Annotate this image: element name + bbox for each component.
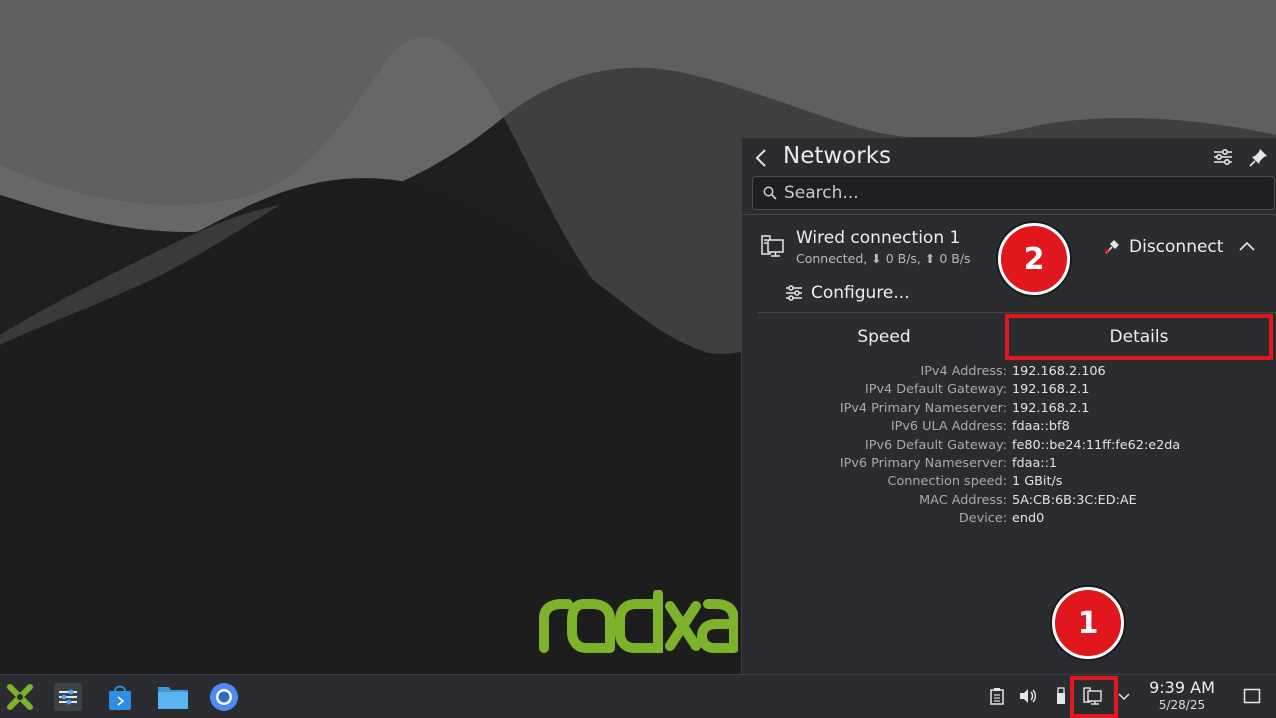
step-badge-1: 1	[1052, 587, 1124, 659]
detail-row: IPv6 Default Gateway: fe80::be24:11ff:fe…	[742, 438, 1276, 456]
disconnect-button[interactable]: Disconnect	[1103, 234, 1223, 260]
chevron-left-icon	[755, 149, 766, 167]
detail-label: IPv6 ULA Address:	[890, 419, 1007, 435]
app-launcher-icon	[7, 684, 33, 710]
collapse-button[interactable]	[1238, 238, 1256, 257]
configure-label: Configure...	[811, 283, 910, 303]
tab-speed[interactable]: Speed	[758, 314, 1010, 360]
search-input[interactable]	[784, 182, 1254, 204]
detail-label: IPv4 Primary Nameserver:	[839, 400, 1007, 416]
detail-row: IPv4 Default Gateway: 192.168.2.1	[742, 382, 1276, 400]
detail-label: IPv4 Address:	[920, 364, 1007, 379]
chevron-up-icon	[1239, 241, 1255, 251]
volume-button[interactable]	[1017, 684, 1039, 708]
network-settings-button[interactable]	[1212, 146, 1234, 168]
search-icon	[763, 186, 777, 200]
detail-label: IPv4 Default Gateway:	[864, 382, 1007, 398]
show-desktop-button[interactable]	[1241, 684, 1263, 708]
tray-expand-button[interactable]	[1113, 684, 1135, 708]
tab-details[interactable]: Details	[1005, 314, 1273, 360]
app-launcher-button[interactable]	[3, 681, 37, 713]
detail-row: IPv6 ULA Address: fdaa::bf8	[742, 419, 1276, 437]
file-manager-button[interactable]	[156, 681, 190, 713]
network-wired-icon	[761, 235, 784, 257]
file-manager-icon	[158, 687, 188, 709]
pin-button[interactable]	[1248, 146, 1270, 168]
detail-row: Device: end0	[742, 511, 1276, 529]
chevron-down-icon	[1118, 693, 1130, 700]
detail-value: fdaa::1	[1012, 456, 1058, 471]
discover-store-button[interactable]	[103, 681, 137, 713]
detail-value: 1 GBit/s	[1012, 474, 1063, 490]
disconnect-label: Disconnect	[1129, 237, 1224, 257]
detail-label: IPv6 Primary Nameserver:	[839, 456, 1007, 471]
discover-store-icon	[109, 685, 131, 710]
detail-value: 5A:CB:6B:3C:ED:AE	[1012, 492, 1137, 508]
detail-value: 192.168.2.106	[1012, 364, 1106, 379]
page-title: Networks	[783, 143, 892, 169]
detail-value: fe80::be24:11ff:fe62:e2da	[1012, 437, 1181, 453]
configure-button[interactable]: Configure...	[785, 280, 910, 306]
detail-row: Connection speed: 1 GBit/s	[742, 474, 1276, 492]
detail-value: 192.168.2.1	[1012, 382, 1090, 398]
networks-popup: Networks Wired connection 1 Con	[741, 137, 1276, 674]
chromium-icon	[210, 683, 238, 711]
digital-clock[interactable]: 9:39 AM 5/28/25	[1140, 679, 1224, 713]
clipboard-button[interactable]	[986, 684, 1008, 708]
volume-icon	[1020, 689, 1036, 703]
detail-label: IPv6 Default Gateway:	[864, 437, 1007, 453]
show-desktop-icon	[1243, 688, 1261, 704]
clock-time: 9:39 AM	[1149, 678, 1215, 697]
taskbar: 9:39 AM 5/28/25	[0, 674, 1276, 718]
search-field[interactable]	[752, 176, 1275, 210]
detail-row: MAC Address: 5A:CB:6B:3C:ED:AE	[742, 493, 1276, 511]
clock-date: 5/28/25	[1158, 698, 1206, 712]
removable-device-button[interactable]	[1050, 684, 1072, 708]
divider	[742, 214, 1276, 215]
clipboard-icon	[990, 688, 1004, 705]
detail-value: fdaa::bf8	[1012, 419, 1070, 435]
connection-status: Connected, ⬇ 0 B/s, ⬆ 0 B/s	[796, 251, 971, 266]
sliders-icon	[1214, 148, 1232, 166]
chromium-button[interactable]	[207, 681, 241, 713]
detail-row: IPv4 Address: 192.168.2.106	[742, 364, 1276, 382]
radxa-logo	[539, 590, 738, 653]
detail-row: IPv6 Primary Nameserver: fdaa::1	[742, 456, 1276, 474]
detail-value: end0	[1012, 511, 1045, 527]
pin-icon	[1249, 149, 1267, 167]
system-settings-icon	[54, 683, 82, 711]
detail-label: Connection speed:	[887, 474, 1007, 490]
detail-label: Device:	[958, 511, 1007, 527]
highlight-box	[1070, 676, 1118, 718]
connection-name: Wired connection 1	[796, 228, 961, 248]
disconnect-plug-icon	[1104, 240, 1119, 254]
sliders-icon	[786, 285, 802, 301]
detail-row: IPv4 Primary Nameserver: 192.168.2.1	[742, 401, 1276, 419]
detail-label: MAC Address:	[919, 492, 1007, 508]
removable-device-icon	[1057, 687, 1065, 704]
step-badge-2: 2	[998, 223, 1070, 295]
back-button[interactable]	[752, 146, 772, 170]
system-settings-button[interactable]	[51, 681, 85, 713]
divider	[758, 312, 1276, 313]
detail-value: 192.168.2.1	[1012, 400, 1090, 416]
